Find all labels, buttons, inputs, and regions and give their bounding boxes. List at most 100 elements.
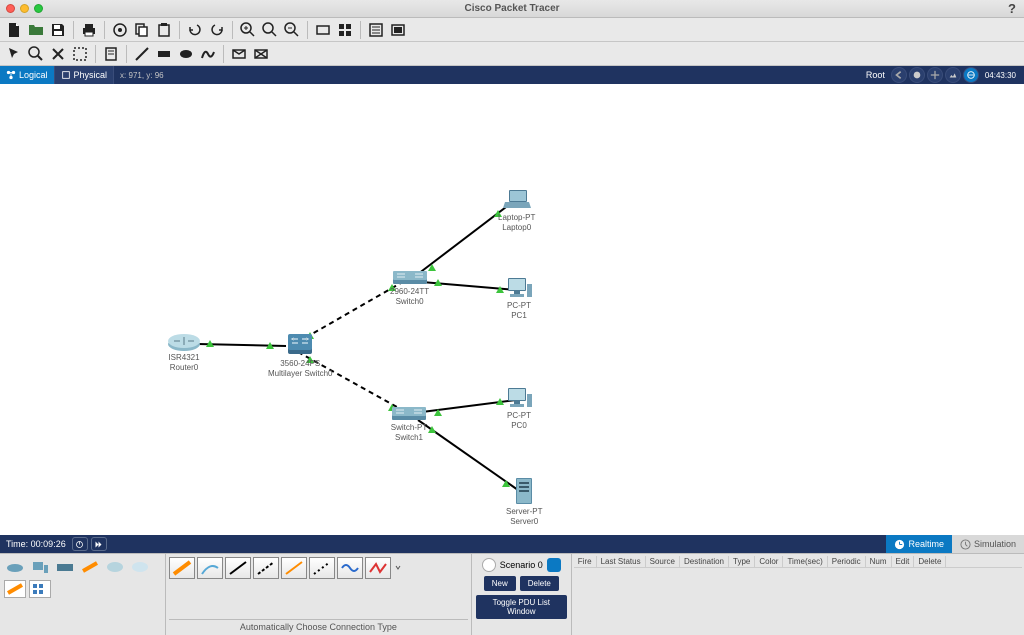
pdu-col-source[interactable]: Source [646,556,680,567]
conn-auto[interactable] [169,557,195,579]
viewport-button[interactable] [388,20,408,40]
save-file-button[interactable] [48,20,68,40]
conn-coax[interactable] [337,557,363,579]
physical-view-label: Physical [74,70,108,80]
select-tool-button[interactable] [4,44,24,64]
place-note-button[interactable] [101,44,121,64]
redo-button[interactable] [207,20,227,40]
switch0-type: 2960-24TT [390,287,429,296]
pdu-col-type[interactable]: Type [729,556,755,567]
drawing-palette-button[interactable] [313,20,333,40]
bottom-panel: Automatically Choose Connection Type Sce… [0,553,1024,635]
conn-serial[interactable] [365,557,391,579]
network-devices-category[interactable] [4,558,26,576]
clock-display: 04:43:30 [981,71,1020,80]
realtime-mode-button[interactable]: Realtime [886,535,952,553]
print-button[interactable] [79,20,99,40]
device-laptop0[interactable]: Laptop-PT Laptop0 [498,188,535,232]
pc1-type: PC-PT [504,301,534,310]
pdu-col-edit[interactable]: Edit [892,556,915,567]
conn-straight[interactable] [225,557,251,579]
new-file-button[interactable] [4,20,24,40]
network-info-button[interactable] [366,20,386,40]
nav-viewport-button[interactable] [963,67,979,83]
device-pc0[interactable]: PC-PT PC0 [504,386,534,430]
nav-cluster-button[interactable] [909,67,925,83]
realtime-bar: Time: 00:09:26 Realtime Simulation [0,535,1024,553]
simple-pdu-button[interactable] [229,44,249,64]
server0-name: Server0 [506,517,542,526]
inspect-tool-button[interactable] [26,44,46,64]
device-switch1[interactable]: Switch-PT Switch1 [390,404,428,442]
device-server0[interactable]: Server-PT Server0 [506,476,542,526]
laptop0-name: Laptop0 [498,223,535,232]
nav-bg-button[interactable] [945,67,961,83]
logical-view-label: Logical [19,70,48,80]
conn-cross[interactable] [253,557,279,579]
connections-category[interactable] [79,558,101,576]
pc0-name: PC0 [504,421,534,430]
open-file-button[interactable] [26,20,46,40]
pdu-col-periodic[interactable]: Periodic [828,556,866,567]
router0-name: Router0 [166,363,202,372]
copy-button[interactable] [132,20,152,40]
pdu-col-timesec[interactable]: Time(sec) [783,556,827,567]
power-cycle-button[interactable] [72,537,88,551]
complex-pdu-button[interactable] [251,44,271,64]
pdu-col-delete[interactable]: Delete [914,556,946,567]
pc1-name: PC1 [504,311,534,320]
draw-rect-button[interactable] [154,44,174,64]
pdu-col-destination[interactable]: Destination [680,556,729,567]
zoom-out-button[interactable] [282,20,302,40]
draw-freeform-button[interactable] [198,44,218,64]
zoom-reset-button[interactable] [260,20,280,40]
draw-line-button[interactable] [132,44,152,64]
realtime-label: Realtime [908,539,944,549]
toggle-pdu-list-button[interactable]: Toggle PDU List Window [476,595,567,619]
window-title-bar: Cisco Packet Tracer ? [0,0,1024,18]
undo-button[interactable] [185,20,205,40]
scenario-prev-button[interactable] [482,558,496,572]
components-category[interactable] [54,558,76,576]
scenario-header: Scenario 0 [476,558,567,572]
delete-tool-button[interactable] [48,44,68,64]
scenario-name: Scenario 0 [500,560,543,570]
device-switch0[interactable]: 2960-24TT Switch0 [390,268,429,306]
conn-more-dropdown[interactable] [394,557,402,579]
device-router0[interactable]: ISR4321 Router0 [166,332,202,372]
nav-back-button[interactable] [891,67,907,83]
pdu-col-fire[interactable]: Fire [574,556,597,567]
pdu-col-last-status[interactable]: Last Status [597,556,646,567]
custom-devices-button[interactable] [335,20,355,40]
topology-workspace[interactable]: ISR4321 Router0 3560-24PS Multilayer Swi… [0,84,1024,535]
resize-tool-button[interactable] [70,44,90,64]
conn-console[interactable] [197,557,223,579]
activity-wizard-button[interactable] [110,20,130,40]
pdu-list-header: Fire Last Status Source Destination Type… [574,556,1022,568]
connection-auto-subcategory[interactable] [4,580,26,598]
physical-view-tab[interactable]: Physical [55,66,115,84]
nav-move-button[interactable] [927,67,943,83]
paste-button[interactable] [154,20,174,40]
device-pc1[interactable]: PC-PT PC1 [504,276,534,320]
draw-ellipse-button[interactable] [176,44,196,64]
end-devices-category[interactable] [29,558,51,576]
pdu-col-color[interactable]: Color [755,556,783,567]
scenario-dropdown[interactable] [547,558,561,572]
fast-forward-button[interactable] [91,537,107,551]
server0-type: Server-PT [506,507,542,516]
pdu-col-num[interactable]: Num [866,556,892,567]
device-multilayer-switch0[interactable]: 3560-24PS Multilayer Switch0 [268,332,332,378]
zoom-in-button[interactable] [238,20,258,40]
connection-grid-subcategory[interactable] [29,580,51,598]
conn-fiber[interactable] [281,557,307,579]
scenario-delete-button[interactable]: Delete [520,576,559,591]
misc-category[interactable] [104,558,126,576]
multiuser-category[interactable] [129,558,151,576]
scenario-new-button[interactable]: New [484,576,516,591]
logical-view-tab[interactable]: Logical [0,66,55,84]
root-label: Root [866,70,885,80]
connection-type-label: Automatically Choose Connection Type [169,619,468,632]
conn-phone[interactable] [309,557,335,579]
simulation-mode-button[interactable]: Simulation [952,535,1024,553]
